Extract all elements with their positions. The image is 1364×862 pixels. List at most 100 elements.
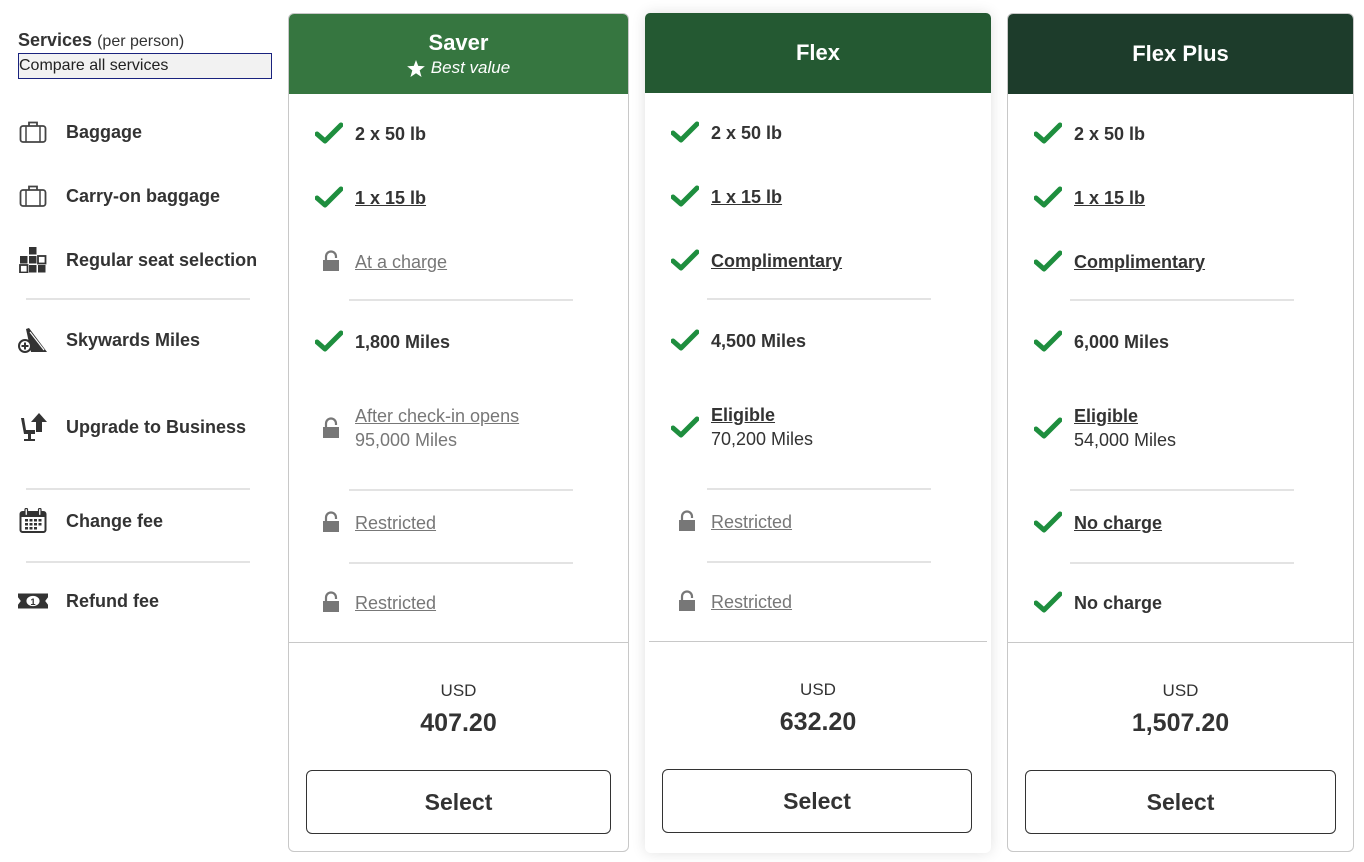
check-icon: [1034, 591, 1064, 613]
fare-cell-seat-selection: Complimentary: [1034, 250, 1205, 274]
fare-cell-value: 2 x 50 lb: [1074, 122, 1145, 146]
row-label-upgrade: Upgrade to Business: [18, 412, 246, 442]
fare-detail-subtext: 70,200 Miles: [711, 429, 814, 449]
fare-detail-link[interactable]: Restricted: [355, 593, 436, 613]
fare-detail-text: No charge: [1074, 593, 1163, 613]
divider: [707, 298, 931, 300]
check-icon: [315, 122, 345, 144]
fare-detail-link[interactable]: Restricted: [711, 592, 792, 612]
fare-cell-change-fee: No charge: [1034, 511, 1162, 535]
divider: [707, 561, 931, 563]
price-separator: [289, 642, 628, 643]
row-label-text: Change fee: [66, 510, 164, 531]
services-title: Services: [18, 30, 93, 50]
row-label-text: Upgrade to Business: [66, 416, 247, 437]
fare-detail-text: 4,500 Miles: [711, 331, 807, 351]
fare-cell-value: Restricted: [355, 511, 436, 535]
price-separator: [649, 641, 987, 642]
fare-cell-value: Complimentary: [711, 249, 842, 273]
fare-detail-link[interactable]: Eligible: [1074, 406, 1138, 426]
fare-cell-change-fee: Restricted: [315, 511, 436, 535]
fare-cell-value: Restricted: [711, 510, 792, 534]
price-separator: [1008, 642, 1353, 643]
row-label-text: Refund fee: [66, 590, 160, 611]
money-icon: 1: [18, 588, 48, 614]
price-currency: USD: [440, 681, 477, 700]
check-icon: [1034, 417, 1064, 439]
fare-cell-value: 1,800 Miles: [355, 330, 450, 354]
select-fare-button[interactable]: Select: [306, 770, 611, 834]
divider: [26, 488, 250, 490]
row-label-text: Baggage: [66, 121, 143, 142]
seat-grid-icon: [18, 247, 48, 273]
divider: [26, 298, 250, 300]
fare-detail-link[interactable]: Restricted: [711, 512, 792, 532]
fare-cell-carry-on: 1 x 15 lb: [315, 186, 426, 210]
fare-cell-value: Eligible 54,000 Miles: [1074, 404, 1176, 452]
check-icon: [671, 329, 701, 351]
price-amount: 407.20: [420, 709, 497, 737]
divider: [349, 299, 573, 301]
price-amount: 632.20: [779, 708, 857, 736]
divider: [1070, 489, 1294, 491]
fare-detail-link[interactable]: At a charge: [355, 252, 447, 272]
fare-detail-link[interactable]: 1 x 15 lb: [355, 188, 426, 208]
fare-cell-value: Complimentary: [1074, 250, 1205, 274]
fare-cell-skywards-miles: 4,500 Miles: [671, 329, 806, 353]
fare-cell-value: 6,000 Miles: [1074, 330, 1169, 354]
fare-name: Flex: [795, 40, 841, 65]
fare-detail-link[interactable]: 1 x 15 lb: [1074, 188, 1145, 208]
fare-detail-link[interactable]: No charge: [1074, 513, 1162, 533]
fare-card-flex: Flex 2 x 50 lb 1 x 15 lb Complimentary 4,500…: [645, 13, 991, 853]
badge-text: Best value: [430, 58, 511, 77]
suitcase-icon: [18, 119, 48, 145]
fare-detail-link[interactable]: Complimentary: [711, 251, 842, 271]
price-currency: USD: [1162, 681, 1199, 700]
fare-cell-change-fee: Restricted: [671, 510, 792, 534]
fare-detail-text: 6,000 Miles: [1074, 332, 1170, 352]
skywards-miles-icon: [18, 327, 48, 353]
fare-detail-link[interactable]: Complimentary: [1074, 252, 1205, 272]
lock-icon: [671, 590, 701, 612]
fare-detail-link[interactable]: Eligible: [711, 405, 775, 425]
services-heading: Services (per person): [18, 30, 184, 51]
fare-cell-skywards-miles: 1,800 Miles: [315, 330, 450, 354]
fare-cell-value: 4,500 Miles: [711, 329, 806, 353]
select-fare-button[interactable]: Select: [1025, 770, 1336, 834]
divider: [1070, 299, 1294, 301]
upgrade-seat-icon: [18, 413, 48, 441]
select-fare-button[interactable]: Select: [662, 769, 972, 833]
fare-header: Flex: [645, 13, 991, 93]
check-icon: [315, 330, 345, 352]
check-icon: [1034, 186, 1064, 208]
fare-detail-link[interactable]: Restricted: [355, 513, 436, 533]
lock-icon: [315, 250, 345, 272]
fare-name: Flex Plus: [1132, 41, 1229, 66]
fare-cell-value: 1 x 15 lb: [355, 186, 426, 210]
row-label-refund-fee: 1 Refund fee: [18, 586, 159, 616]
fare-cell-upgrade: After check-in opens 95,000 Miles: [315, 404, 519, 452]
fare-cell-value: Eligible 70,200 Miles: [711, 403, 813, 451]
fare-cell-value: 2 x 50 lb: [355, 122, 426, 146]
compare-all-services-link[interactable]: Compare all services: [18, 53, 272, 79]
fare-name: Saver: [428, 30, 489, 55]
fare-cell-refund-fee: Restricted: [315, 591, 436, 615]
fare-cell-baggage: 2 x 50 lb: [671, 121, 782, 145]
row-label-seat-selection: Regular seat selection: [18, 245, 257, 275]
divider: [26, 561, 250, 563]
price-amount: 1,507.20: [1131, 709, 1230, 737]
divider: [349, 489, 573, 491]
fare-cell-carry-on: 1 x 15 lb: [671, 185, 782, 209]
check-icon: [1034, 122, 1064, 144]
svg-text:1: 1: [30, 597, 35, 607]
suitcase-icon: [18, 183, 48, 209]
row-label-skywards-miles: Skywards Miles: [18, 325, 200, 355]
fare-detail-link[interactable]: After check-in opens: [355, 406, 519, 426]
fare-detail-link[interactable]: 1 x 15 lb: [711, 187, 782, 207]
lock-icon: [315, 417, 345, 439]
fare-cell-skywards-miles: 6,000 Miles: [1034, 330, 1169, 354]
row-label-change-fee: Change fee: [18, 506, 163, 536]
fare-detail-text: 2 x 50 lb: [1074, 124, 1146, 144]
best-value-badge: Best value: [406, 58, 511, 78]
fare-cell-value: No charge: [1074, 591, 1162, 615]
